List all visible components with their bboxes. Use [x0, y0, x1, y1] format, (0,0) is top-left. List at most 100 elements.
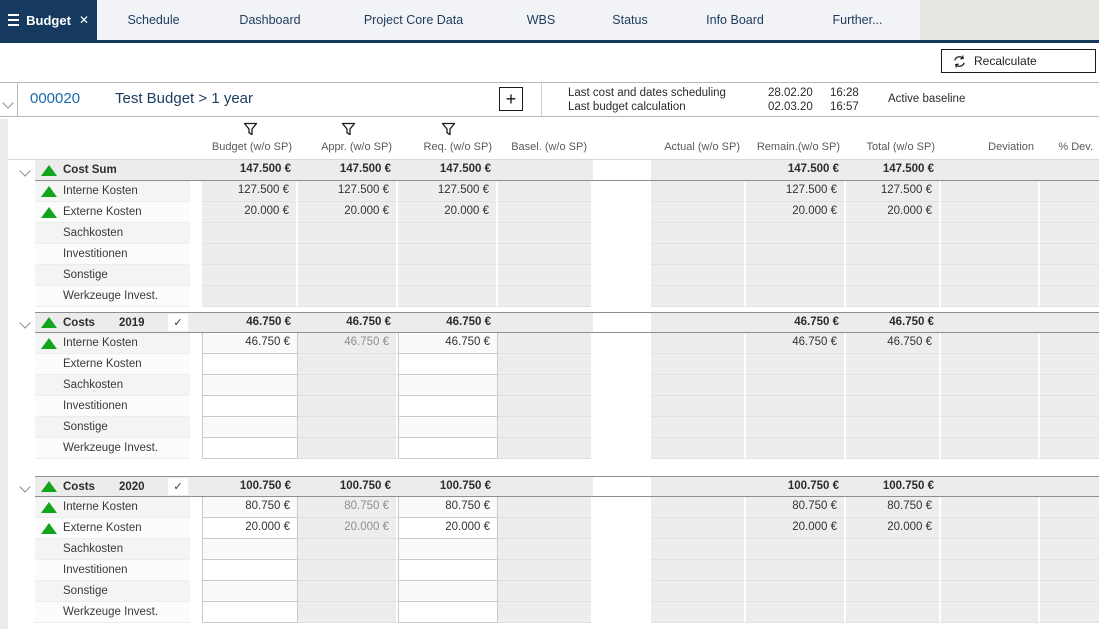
cell-spacer [190, 581, 202, 602]
cell-dev [941, 312, 1040, 333]
tab-list: ScheduleDashboardProject Core DataWBSSta… [97, 0, 920, 40]
cell-total [846, 438, 941, 459]
cell-budget-input[interactable] [202, 354, 298, 375]
row-label-cell[interactable]: Externe Kosten [35, 202, 190, 223]
group-label-cell: Costs2020✓ [35, 476, 190, 497]
cell-req-input[interactable]: 46.750 € [398, 333, 498, 354]
cell-req-input[interactable]: 80.750 € [398, 497, 498, 518]
indent-cell [8, 181, 35, 202]
cell-budget-input[interactable]: 80.750 € [202, 497, 298, 518]
gap-column [593, 497, 651, 518]
tab-schedule[interactable]: Schedule [97, 0, 210, 40]
tab-info-board[interactable]: Info Board [675, 0, 795, 40]
cell-pdev [1040, 202, 1099, 223]
tab-further[interactable]: Further... [795, 0, 920, 40]
cell-req-input[interactable]: 20.000 € [398, 518, 498, 539]
row-label-cell[interactable]: Externe Kosten [35, 354, 190, 375]
gap-column [593, 396, 651, 417]
row-label-cell[interactable]: Interne Kosten [35, 181, 190, 202]
cell-total [846, 286, 941, 307]
cost-row: Sonstige [8, 265, 1099, 286]
project-expander-icon[interactable] [4, 94, 12, 112]
row-label-cell[interactable]: Sachkosten [35, 375, 190, 396]
recalculate-button[interactable]: Recalculate [941, 49, 1096, 73]
cell-pdev [1040, 476, 1099, 497]
cell-budget-input[interactable]: 20.000 € [202, 518, 298, 539]
cell-budget-input[interactable] [202, 438, 298, 459]
cell-req-input[interactable] [398, 602, 498, 623]
group-label: Costs [63, 481, 119, 493]
row-label-cell[interactable]: Investitionen [35, 560, 190, 581]
row-label-cell[interactable]: Sachkosten [35, 539, 190, 560]
approved-checkbox[interactable]: ✓ [168, 478, 188, 495]
cell-budget-input[interactable] [202, 417, 298, 438]
gap-column [593, 581, 651, 602]
row-label-cell[interactable]: Sonstige [35, 581, 190, 602]
tab-status[interactable]: Status [585, 0, 675, 40]
cell-budget-input[interactable] [202, 375, 298, 396]
cell-budget-input[interactable]: 46.750 € [202, 333, 298, 354]
cell-budget-input[interactable] [202, 539, 298, 560]
cell-total [846, 581, 941, 602]
chevron-down-icon[interactable] [19, 317, 30, 328]
row-expander[interactable] [8, 476, 35, 497]
cell-budget-input[interactable] [202, 581, 298, 602]
tab-project-core-data[interactable]: Project Core Data [330, 0, 497, 40]
row-label-cell[interactable]: Sonstige [35, 265, 190, 286]
cell-actual [651, 354, 746, 375]
cell-req-input[interactable] [398, 438, 498, 459]
tab-budget-active[interactable]: Budget ✕ [0, 0, 97, 40]
close-tab-icon[interactable]: ✕ [79, 13, 89, 27]
row-label-cell[interactable]: Investitionen [35, 396, 190, 417]
row-label-cell[interactable]: Interne Kosten [35, 333, 190, 354]
gap-column [593, 476, 651, 497]
hamburger-menu-icon[interactable] [8, 14, 19, 26]
row-label-cell[interactable]: Werkzeuge Invest. [35, 438, 190, 459]
cell-basel [498, 312, 593, 333]
cell-req-input[interactable] [398, 396, 498, 417]
cell-pdev [1040, 602, 1099, 623]
tab-wbs[interactable]: WBS [497, 0, 585, 40]
cell-req-input[interactable] [398, 354, 498, 375]
row-label-cell[interactable]: Interne Kosten [35, 497, 190, 518]
row-label-cell[interactable]: Sachkosten [35, 223, 190, 244]
row-label-cell[interactable]: Sonstige [35, 417, 190, 438]
tab-dashboard[interactable]: Dashboard [210, 0, 330, 40]
cell-budget-input[interactable] [202, 602, 298, 623]
cell-actual [651, 312, 746, 333]
row-label-cell[interactable]: Werkzeuge Invest. [35, 602, 190, 623]
cell-req-input[interactable] [398, 375, 498, 396]
row-label-cell[interactable]: Werkzeuge Invest. [35, 286, 190, 307]
cell-total: 46.750 € [846, 333, 941, 354]
filter-icon[interactable] [441, 122, 456, 137]
cell-spacer [190, 602, 202, 623]
chevron-down-icon[interactable] [19, 165, 30, 176]
cell-req-input[interactable] [398, 417, 498, 438]
cell-req-input[interactable] [398, 581, 498, 602]
chevron-down-icon[interactable] [19, 481, 30, 492]
cost-row: Externe Kosten20.000 €20.000 €20.000 €20… [8, 202, 1099, 223]
cell-basel [498, 602, 593, 623]
trend-up-icon [35, 165, 63, 176]
cell-req-input[interactable] [398, 560, 498, 581]
approved-checkbox[interactable]: ✓ [168, 314, 188, 331]
cell-total [846, 375, 941, 396]
cell-budget-input[interactable] [202, 560, 298, 581]
cell-pdev [1040, 223, 1099, 244]
toolbar: Recalculate [0, 43, 1099, 82]
cell-budget-input[interactable] [202, 396, 298, 417]
row-label-cell[interactable]: Investitionen [35, 244, 190, 265]
row-expander[interactable] [8, 312, 35, 333]
indent-cell [8, 375, 35, 396]
cell-total: 80.750 € [846, 497, 941, 518]
filter-icon[interactable] [243, 122, 258, 137]
row-expander[interactable] [8, 160, 35, 181]
check-icon: ✓ [173, 480, 182, 493]
row-label-cell[interactable]: Externe Kosten [35, 518, 190, 539]
cell-req-input[interactable] [398, 539, 498, 560]
filter-icon[interactable] [341, 122, 356, 137]
trend-up-icon [35, 481, 63, 492]
cell-remain [746, 602, 846, 623]
row-label: Sachkosten [63, 227, 123, 239]
add-project-button[interactable]: + [499, 87, 523, 111]
